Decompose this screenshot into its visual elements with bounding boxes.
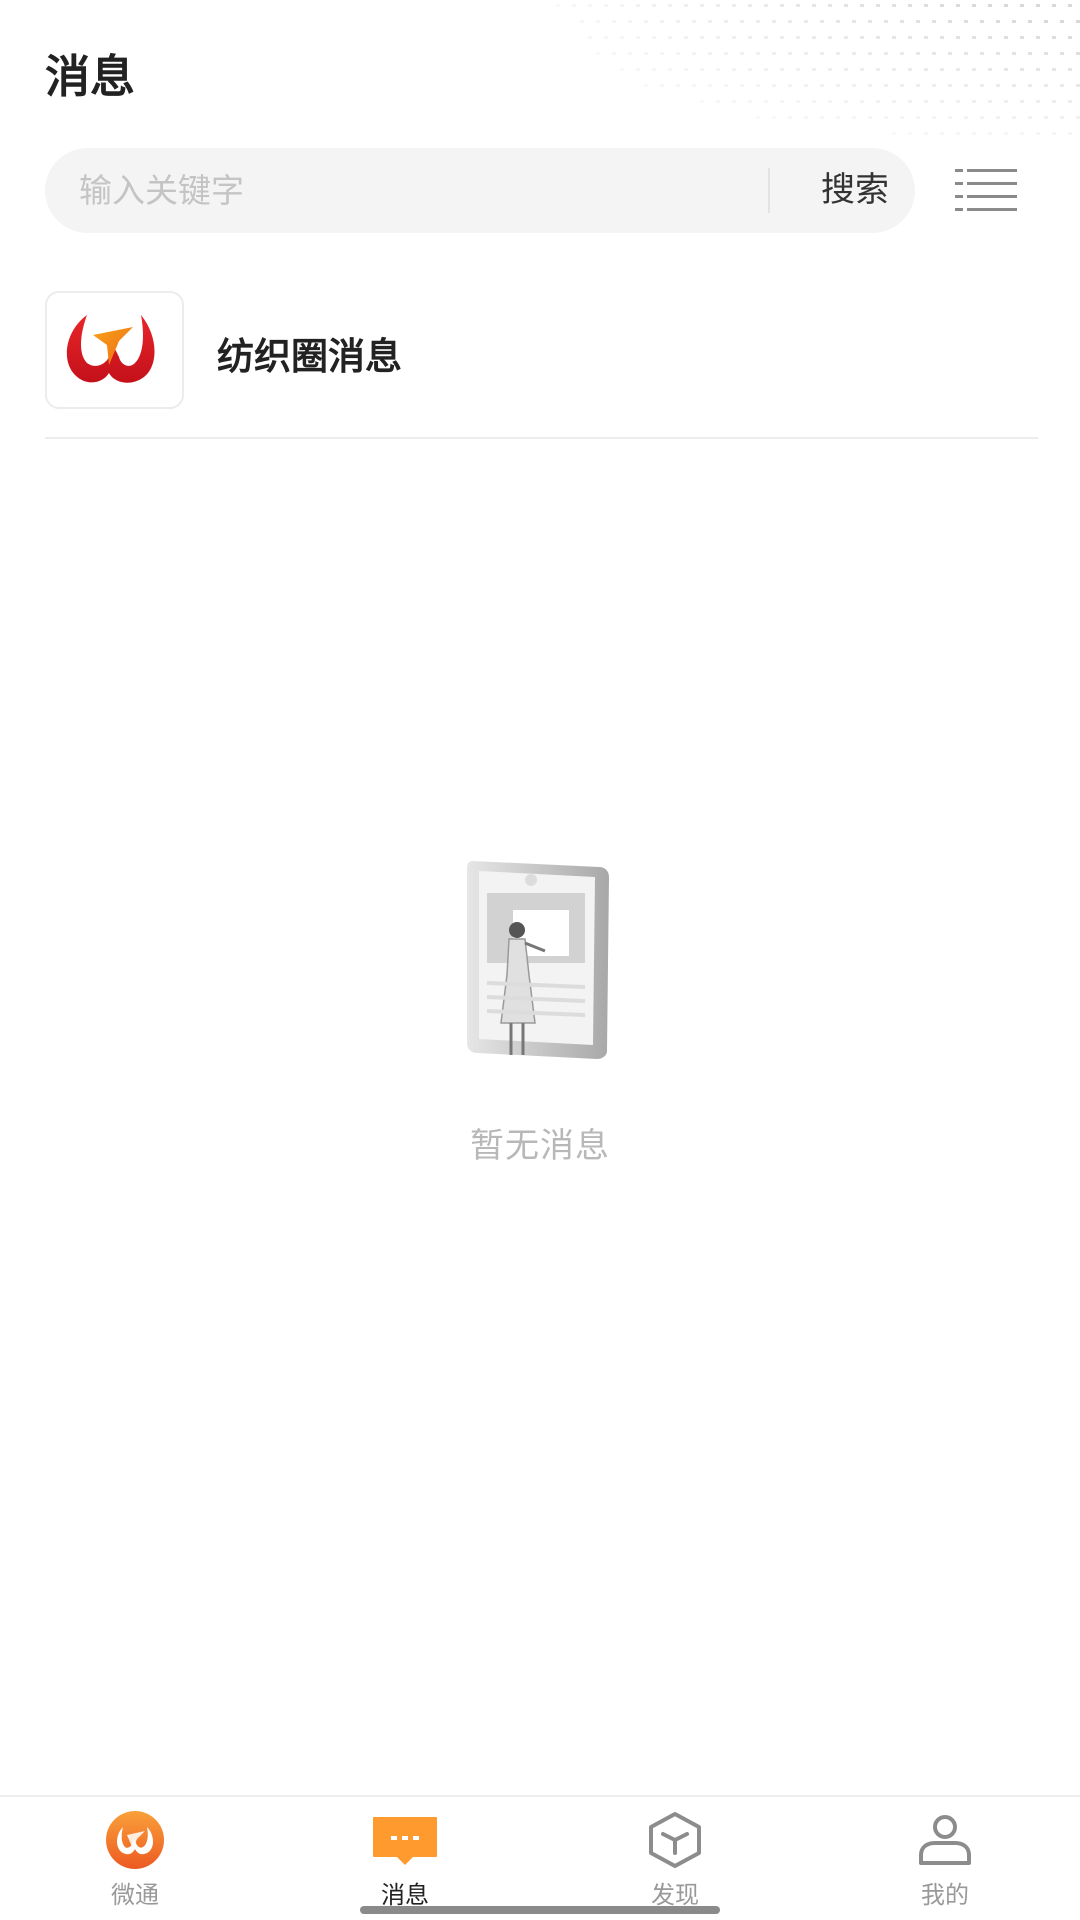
messages-screen: 消息 搜索 — [0, 0, 1080, 1920]
empty-phone-illustration — [465, 855, 625, 1065]
app-logo-icon — [45, 291, 184, 409]
bottom-tab-bar: 微通 消息 发现 我的 — [0, 1795, 1080, 1920]
search-bar: 搜索 — [45, 148, 915, 233]
message-list-item[interactable]: 纺织圈消息 — [45, 290, 1038, 439]
tab-label: 发现 — [651, 1881, 699, 1909]
person-icon — [909, 1809, 981, 1869]
search-input[interactable] — [79, 148, 779, 233]
search-divider — [768, 168, 770, 213]
tab-messages[interactable]: 消息 — [270, 1797, 540, 1920]
app-logo-icon — [99, 1809, 171, 1869]
list-menu-icon[interactable] — [955, 165, 1017, 217]
tab-label: 微通 — [111, 1881, 159, 1909]
search-button[interactable]: 搜索 — [805, 148, 905, 233]
tab-label: 我的 — [921, 1881, 969, 1909]
list-icon — [955, 169, 1017, 211]
message-item-title: 纺织圈消息 — [217, 335, 402, 378]
cube-icon — [639, 1809, 711, 1869]
tab-label: 消息 — [381, 1881, 429, 1909]
tab-profile[interactable]: 我的 — [810, 1797, 1080, 1920]
page-title: 消息 — [45, 50, 136, 103]
empty-state-text: 暂无消息 — [470, 1126, 610, 1166]
home-indicator[interactable] — [360, 1906, 720, 1914]
tab-discover[interactable]: 发现 — [540, 1797, 810, 1920]
chat-bubble-icon — [369, 1809, 441, 1869]
tab-weitong[interactable]: 微通 — [0, 1797, 270, 1920]
dot-pattern-background — [556, 4, 1080, 135]
